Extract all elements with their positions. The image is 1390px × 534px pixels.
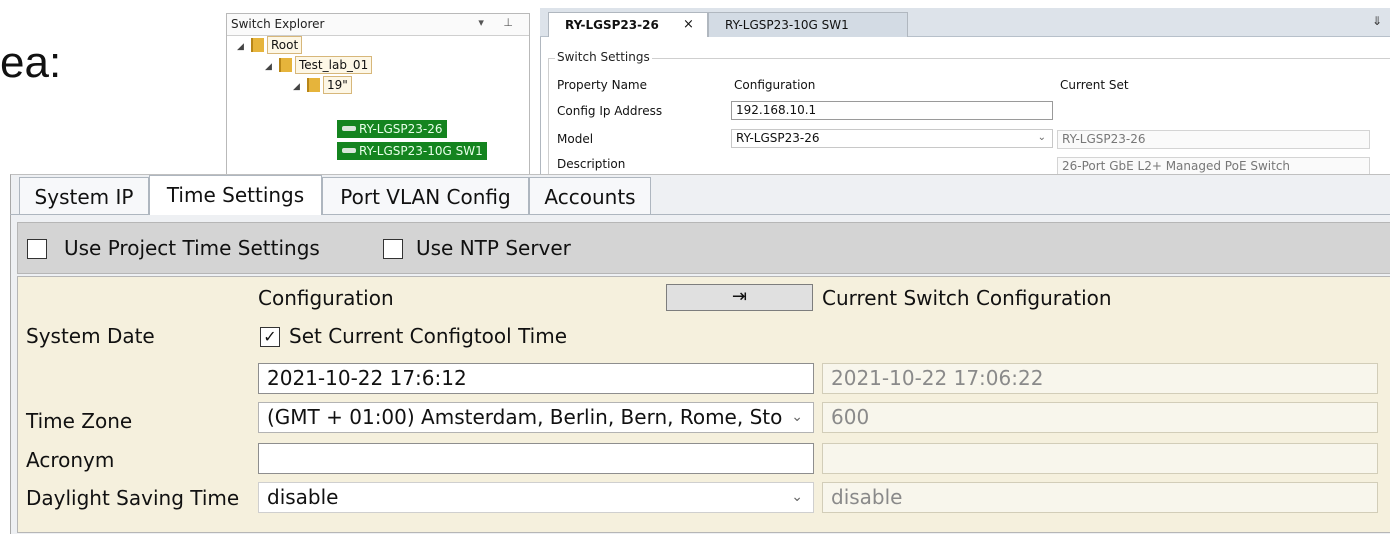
column-header-current-switch-config: Current Switch Configuration [822,286,1112,310]
collapse-icon[interactable]: ◢ [293,78,307,96]
config-ip-input[interactable]: 192.168.10.1 [731,101,1053,120]
chevron-down-icon: ⌄ [1037,132,1046,143]
folder-icon [279,58,292,72]
tree-node-lab[interactable]: ◢ Test_lab_01 [265,56,373,76]
model-current-value: RY-LGSP23-26 [1057,130,1370,149]
tree-node-rack[interactable]: ◢ 19" [293,76,352,94]
tab-label: Port VLAN Config [340,185,511,209]
system-date-input[interactable]: 2021-10-22 17:6:12 [258,363,814,394]
dst-select[interactable]: disable ⌄ [258,482,814,513]
tab-label: System IP [34,185,134,209]
switch-explorer-header: Switch Explorer ▾ ⊥ [227,14,529,36]
acronym-current [822,443,1378,474]
dst-value: disable [267,485,339,509]
chevron-down-icon: ⌄ [788,403,803,432]
doc-tab-ry-lgsp23-10g-sw1[interactable]: RY-LGSP23-10G SW1 [708,12,908,37]
switch-icon [342,148,356,153]
time-zone-value: (GMT + 01:00) Amsterdam, Berlin, Bern, R… [267,405,783,429]
row-label-config-ip: Config Ip Address [557,104,663,118]
dst-label: Daylight Saving Time [26,486,240,510]
tree-node-rack-label: 19" [323,76,352,94]
tree-node-switch-label: RY-LGSP23-10G SW1 [359,144,483,158]
set-current-time-checkbox[interactable]: ✓ [260,327,280,347]
model-select[interactable]: RY-LGSP23-26 ⌄ [731,129,1053,148]
close-icon[interactable]: × [683,17,694,32]
chevron-down-icon: ⌄ [791,489,803,505]
switch-settings-title: Switch Settings [555,50,652,64]
pin-icon[interactable]: ▾ ⊥ [478,16,521,29]
background-text: ea: [0,38,62,87]
tree-node-switch[interactable]: RY-LGSP23-26 [337,120,447,138]
tab-overflow-icon[interactable]: ⇓ [1372,14,1382,28]
folder-icon [251,38,264,52]
folder-icon [307,78,320,92]
switch-explorer-title: Switch Explorer [231,17,325,31]
switch-explorer-panel: Switch Explorer ▾ ⊥ ◢ Root ◢ Test_lab_01 ◢… [226,13,530,185]
tree-node-switch[interactable]: RY-LGSP23-10G SW1 [337,142,487,160]
doc-tab-label: RY-LGSP23-10G SW1 [725,18,849,32]
collapse-icon[interactable]: ◢ [265,58,279,76]
acronym-input[interactable] [258,443,814,474]
tab-label: Accounts [544,185,636,209]
tree-node-lab-label: Test_lab_01 [295,56,373,74]
column-header-configuration: Configuration [258,286,394,310]
header-current-set: Current Set [1060,78,1129,92]
tab-time-settings[interactable]: Time Settings [149,175,322,215]
tree-node-root[interactable]: ◢ Root [237,36,303,56]
collapse-icon[interactable]: ◢ [237,38,251,56]
header-configuration: Configuration [734,78,816,92]
set-current-time-label: Set Current Configtool Time [289,324,568,348]
use-project-time-checkbox[interactable] [27,239,47,259]
tab-label: Time Settings [166,183,305,207]
use-project-time-label: Use Project Time Settings [64,236,320,260]
acronym-label: Acronym [26,448,115,472]
switch-icon [342,126,356,131]
tree-node-root-label: Root [267,36,303,54]
system-date-label: System Date [26,324,155,348]
row-label-description: Description [557,157,626,171]
tab-system-ip[interactable]: System IP [19,177,149,215]
copy-to-switch-button[interactable]: ⇥ [666,284,813,311]
tree-node-switch-label: RY-LGSP23-26 [359,122,443,136]
tab-port-vlan-config[interactable]: Port VLAN Config [322,177,529,215]
time-zone-current: 600 [822,402,1378,433]
check-icon: ✓ [263,327,277,346]
row-label-model: Model [557,132,594,146]
dst-current: disable [822,482,1378,513]
header-property-name: Property Name [557,78,647,92]
use-ntp-label: Use NTP Server [416,236,571,260]
tab-accounts[interactable]: Accounts [529,177,651,215]
time-zone-label: Time Zone [26,409,133,433]
time-options-bar: Use Project Time Settings Use NTP Server [17,222,1390,274]
doc-tab-label: RY-LGSP23-26 [565,18,659,32]
time-zone-select[interactable]: (GMT + 01:00) Amsterdam, Berlin, Bern, R… [258,402,814,433]
model-select-value: RY-LGSP23-26 [736,131,820,145]
system-date-current: 2021-10-22 17:06:22 [822,363,1378,394]
doc-tab-ry-lgsp23-26[interactable]: RY-LGSP23-26 × [548,12,708,38]
use-ntp-checkbox[interactable] [383,239,403,259]
